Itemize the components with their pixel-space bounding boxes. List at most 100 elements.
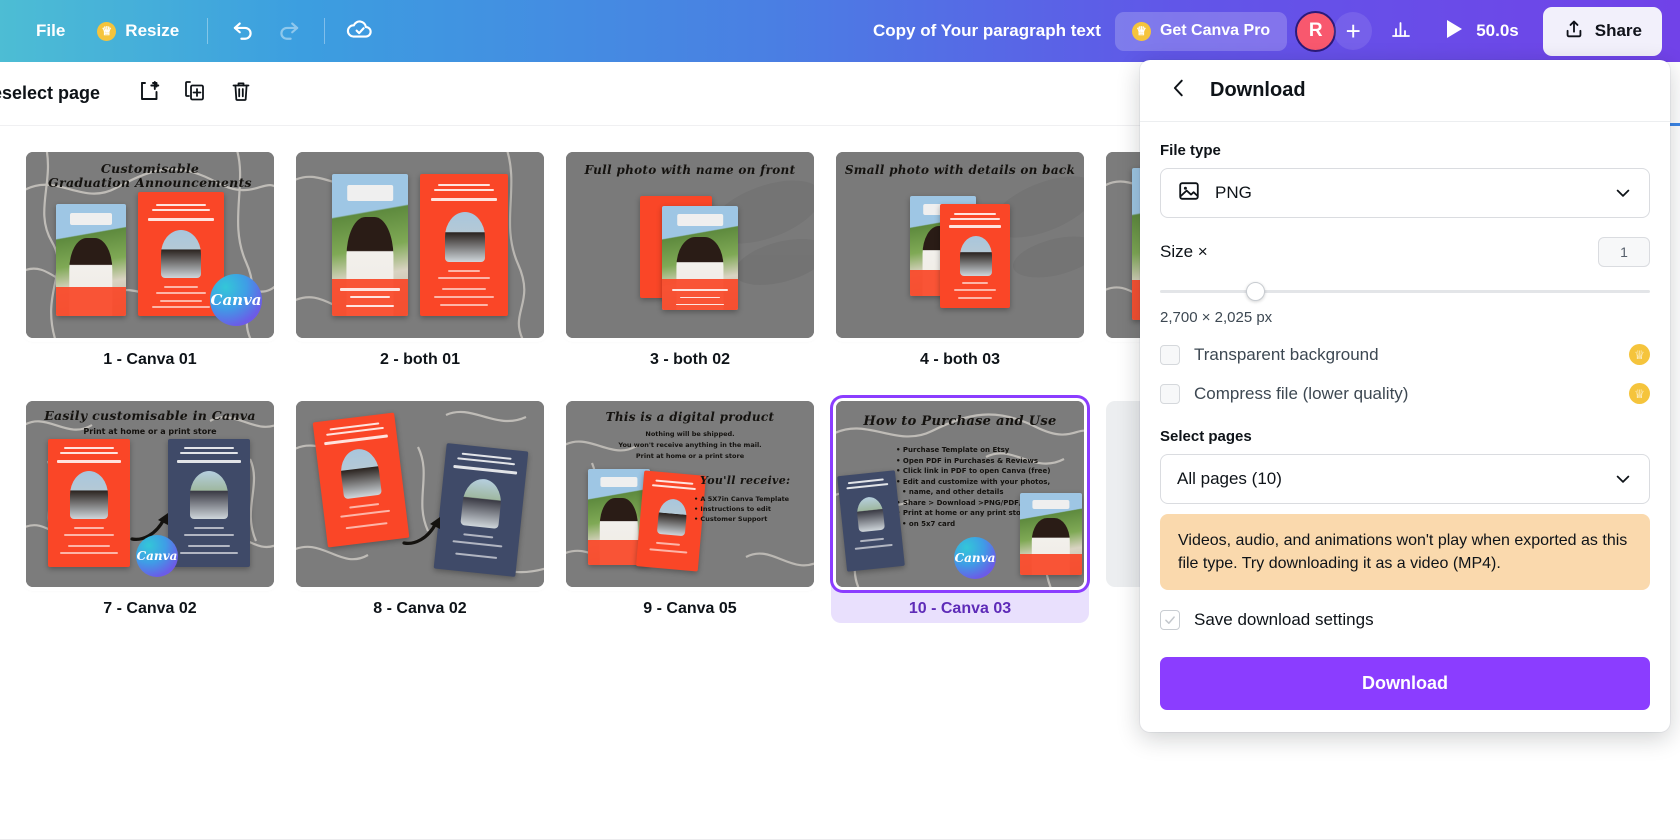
redo-button[interactable] [268,10,310,52]
size-slider[interactable] [1160,281,1650,301]
document-title[interactable]: Copy of Your paragraph text [861,13,1113,49]
canva-watermark-badge: Canva [136,535,178,577]
add-page-button[interactable] [128,73,170,115]
thumbnail-receive-title-9: You'll receive: [700,474,791,487]
trash-icon [229,79,253,108]
arch-photo [960,236,992,276]
page-thumbnail-8[interactable] [296,401,544,587]
page-thumbnail-10[interactable]: How to Purchase and Use Purchase Templat… [836,401,1084,587]
size-row: Size × [1160,237,1650,267]
file-menu-button[interactable]: File [22,13,79,49]
page-cell-1[interactable]: Customisable Graduation Announcements Ca… [26,152,274,369]
save-download-settings-checkbox[interactable] [1160,610,1180,631]
export-warning-banner: Videos, audio, and animations won't play… [1160,514,1650,591]
page-cell-8[interactable]: 8 - Canva 02 [296,401,544,618]
page-thumbnail-1[interactable]: Customisable Graduation Announcements Ca… [26,152,274,338]
thumbnail-card-red [420,174,508,316]
avatar[interactable]: R [1295,10,1337,52]
select-pages-value: All pages (10) [1177,469,1282,488]
resize-button[interactable]: ♕ Resize [83,13,193,49]
get-canva-pro-button[interactable]: ♕ Get Canva Pro [1114,11,1288,51]
arch-photo [338,446,382,500]
transparent-background-checkbox[interactable] [1160,344,1180,365]
grad-cap [347,185,393,201]
duration-label: 50.0s [1476,21,1519,40]
duplicate-page-button[interactable] [174,73,216,115]
thumbnail-receive-items-9: A 5X7in Canva Template Instructions to e… [694,495,812,524]
size-dimensions: 2,700 × 2,025 px [1160,309,1273,326]
arch-photo [161,230,201,278]
crown-icon-transparent: ♕ [1629,344,1650,365]
download-panel-header: Download [1140,60,1670,122]
add-page-icon [137,79,161,108]
file-type-label: File type [1160,142,1221,159]
page-cell-7[interactable]: Easily customisable in Canva Print at ho… [26,401,274,618]
crown-icon-pro: ♕ [1131,21,1151,41]
page-cell-10[interactable]: How to Purchase and Use Purchase Templat… [831,396,1089,623]
thumbnail-headline-9: This is a digital product [605,410,775,424]
page-cell-4[interactable]: Small photo with details on back 4 - bot… [836,152,1084,369]
page-thumbnail-3[interactable]: Full photo with name on front [566,152,814,338]
grad-cap [70,212,112,226]
undo-button[interactable] [222,10,264,52]
arch-photo [445,212,485,262]
image-icon [1177,179,1201,208]
select-pages-dropdown[interactable]: All pages (10) [1160,454,1650,504]
duplicate-page-icon [183,79,207,108]
thumbnail-card-front [940,204,1010,308]
panel-back-button[interactable] [1162,74,1196,108]
compress-file-checkbox[interactable] [1160,383,1180,404]
analytics-button[interactable] [1380,10,1422,52]
page-label-4: 4 - both 03 [919,351,1000,368]
slider-knob[interactable] [1246,282,1265,301]
file-type-select[interactable]: PNG [1160,168,1650,218]
deselect-page-button[interactable]: eselect page [0,75,106,112]
page-label-1: 1 - Canva 01 [103,351,197,368]
page-label-10: 10 - Canva 03 [908,600,1012,617]
page-label-7: 7 - Canva 02 [103,600,197,617]
cloud-save-button[interactable] [339,10,381,52]
thumbnail-card-photo [1020,493,1082,575]
arch-photo [855,495,885,533]
transform-arrow-icon [402,517,440,545]
save-download-settings-option[interactable]: Save download settings [1160,610,1650,631]
thumbnail-headline-4: Small photo with details on back [844,163,1076,177]
name-band [56,286,126,316]
page-thumbnail-4[interactable]: Small photo with details on back [836,152,1084,338]
top-toolbar-left: File ♕ Resize [0,0,381,62]
grad-cap [677,214,723,226]
file-type-value: PNG [1215,183,1252,202]
page-label-2: 2 - both 01 [379,351,460,368]
arch-photo [190,471,228,519]
thumbnail-headline-3: Full photo with name on front [584,163,796,177]
avatar-initial: R [1308,20,1323,41]
page-label-9: 9 - Canva 05 [643,600,737,617]
document-title-area: Copy of Your paragraph text [381,13,1115,49]
thumbnail-card-navy [168,439,250,567]
page-cell-9[interactable]: This is a digital product Nothing will b… [566,401,814,618]
thumbnail-card-photo [56,204,126,316]
page-thumbnail-2[interactable] [296,152,544,338]
page-label-3: 3 - both 02 [649,351,730,368]
size-multiplier-input[interactable] [1598,237,1650,267]
present-button[interactable]: 50.0s [1430,10,1535,53]
delete-page-button[interactable] [220,73,262,115]
download-panel: Download File type PNG Size × 1 2,700 × … [1140,60,1670,732]
page-cell-3[interactable]: Full photo with name on front 3 - both 0… [566,152,814,369]
select-pages-label: Select pages [1160,428,1252,445]
page-thumbnail-7[interactable]: Easily customisable in Canva Print at ho… [26,401,274,587]
thumbnail-card-navy [433,443,529,577]
arch-photo [460,477,504,529]
canva-watermark-badge: Canva [210,274,262,326]
transparent-background-option[interactable]: Transparent background ♕ [1160,344,1650,365]
bar-chart-icon [1389,17,1413,46]
thumbnail-card-photo [332,174,408,316]
page-thumbnail-9[interactable]: This is a digital product Nothing will b… [566,401,814,587]
thumbnail-sublines-9: Nothing will be shipped. You won't receiv… [618,430,762,461]
download-button[interactable]: Download [1160,657,1650,710]
add-collaborator-button[interactable]: + [1334,12,1373,50]
top-toolbar: File ♕ Resize Copy of Your paragraph tex… [0,0,1680,62]
page-cell-2[interactable]: 2 - both 01 [296,152,544,369]
share-button[interactable]: Share [1542,6,1662,56]
compress-file-option[interactable]: Compress file (lower quality) ♕ [1160,383,1650,404]
